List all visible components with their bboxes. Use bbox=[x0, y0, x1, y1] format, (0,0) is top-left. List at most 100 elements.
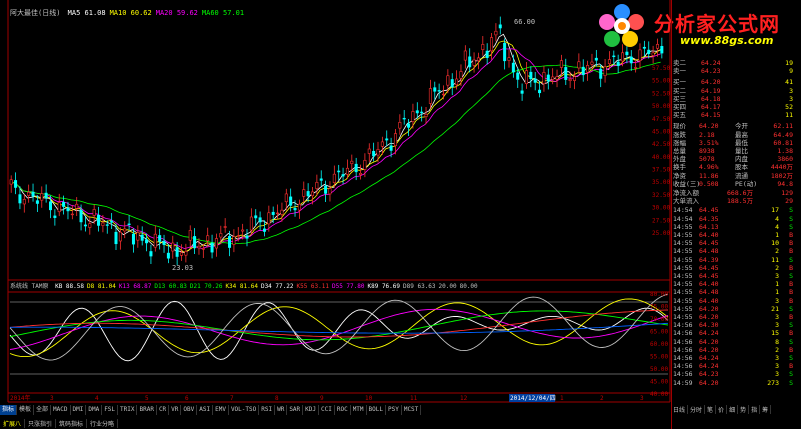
candle-body bbox=[572, 76, 576, 81]
tab-indicator[interactable]: BRAR bbox=[137, 405, 157, 415]
candle-body bbox=[70, 213, 74, 216]
candle-body bbox=[398, 122, 402, 129]
ask-price: 64.23 bbox=[701, 67, 721, 76]
candle-body bbox=[485, 50, 489, 58]
tab-indicator[interactable]: RSI bbox=[259, 405, 276, 415]
tick-price: 64.20 bbox=[699, 378, 719, 387]
tab-indicator[interactable]: SAR bbox=[287, 405, 304, 415]
price-tick-label: 55.00 bbox=[652, 78, 670, 85]
candle-body bbox=[123, 228, 127, 232]
panel-tab[interactable]: 分时 bbox=[688, 405, 706, 414]
tab-indicator[interactable]: MACD bbox=[51, 405, 71, 415]
candle-body bbox=[345, 167, 349, 175]
candle-body bbox=[393, 133, 397, 146]
tab-extension[interactable]: 行业分略 bbox=[87, 418, 119, 428]
panel-tab[interactable]: 笔 bbox=[705, 405, 717, 414]
candle-body bbox=[223, 226, 227, 228]
indicator-tabs: 指标 模板 全部 MACD DMI DMA FSL TRIX BRAR CR VR OBV ASI EMV… bbox=[0, 404, 670, 416]
tab-extension[interactable]: 只涨指引 bbox=[25, 418, 57, 428]
tab-indicator[interactable]: BOLL bbox=[367, 405, 386, 415]
tab-indicator[interactable]: 模板 bbox=[17, 405, 35, 415]
candle-body bbox=[319, 178, 323, 181]
indicator-value: D55 77.80 bbox=[331, 283, 365, 290]
candle-body bbox=[533, 78, 537, 83]
tab-indicator[interactable]: TRIX bbox=[118, 405, 138, 415]
tab-extension[interactable]: 扩展八 bbox=[0, 418, 26, 428]
tab-indicator[interactable]: DMA bbox=[86, 405, 103, 415]
tab-indicator[interactable]: PSY bbox=[386, 405, 402, 415]
tick-time: 14:59 bbox=[673, 378, 693, 387]
time-tick-label: 11 bbox=[410, 395, 418, 402]
tab-indicator[interactable]: 指标 bbox=[0, 405, 18, 415]
candle-body bbox=[463, 50, 467, 61]
candle-body bbox=[446, 75, 450, 86]
candle-body bbox=[188, 230, 192, 241]
candle-body bbox=[437, 90, 441, 92]
indicator-value: D34 77.22 bbox=[260, 283, 294, 290]
tab-indicator[interactable]: ASI bbox=[197, 405, 214, 415]
indicator-value: 80.00 bbox=[459, 283, 478, 290]
price-tick-label: 50.00 bbox=[652, 103, 670, 110]
tab-indicator[interactable]: KDJ bbox=[303, 405, 319, 415]
tab-indicator[interactable]: EMV bbox=[213, 405, 229, 415]
candle-body bbox=[651, 52, 655, 56]
indicator-tick-label: 45.00 bbox=[650, 379, 668, 386]
extension-tabs: 扩展八 只涨指引 筑码指标 行业分略 bbox=[0, 417, 670, 429]
candle-body bbox=[35, 200, 39, 204]
candle-body bbox=[127, 223, 131, 226]
price-tick-label: 45.00 bbox=[652, 128, 670, 135]
price-tick-label: 42.50 bbox=[652, 141, 670, 148]
candle-body bbox=[284, 193, 288, 203]
candle-body bbox=[424, 114, 428, 117]
panel-tab[interactable]: 筹 bbox=[760, 405, 772, 414]
candle-body bbox=[559, 60, 563, 68]
price-tick-label: 37.50 bbox=[652, 167, 670, 174]
candle-body bbox=[88, 223, 92, 228]
tab-indicator[interactable]: OBV bbox=[181, 405, 198, 415]
indicator-value: D13 60.83 bbox=[154, 283, 187, 290]
candle-body bbox=[385, 138, 389, 141]
price-tick-label: 25.00 bbox=[652, 230, 670, 237]
ma-value-ma60: MA60 57.01 bbox=[201, 9, 245, 17]
tab-indicator[interactable]: WR bbox=[275, 405, 288, 415]
tab-indicator[interactable]: CCI bbox=[319, 405, 335, 415]
candle-body bbox=[315, 182, 319, 189]
tab-indicator[interactable]: CR bbox=[157, 405, 170, 415]
candle-body bbox=[402, 117, 406, 120]
panel-tab[interactable]: 细 bbox=[727, 405, 739, 414]
tab-indicator[interactable]: 全部 bbox=[34, 405, 52, 415]
tab-indicator[interactable]: MCST bbox=[402, 405, 422, 415]
panel-tab[interactable]: 日线 bbox=[671, 405, 689, 414]
indicator-value: K89 76.69 bbox=[367, 283, 401, 290]
panel-tab[interactable]: 势 bbox=[738, 405, 750, 414]
candle-body bbox=[9, 179, 13, 185]
time-tick-label: 3 bbox=[640, 395, 644, 402]
tab-indicator[interactable]: DMI bbox=[71, 405, 87, 415]
candle-body bbox=[428, 88, 432, 104]
tab-indicator[interactable]: MTM bbox=[351, 405, 367, 415]
candle-body bbox=[516, 72, 520, 80]
tab-extension[interactable]: 筑码指标 bbox=[56, 418, 88, 428]
candle-body bbox=[577, 61, 581, 69]
candle-body bbox=[433, 87, 437, 92]
indicator-tick-label: 65.00 bbox=[650, 329, 668, 336]
candle-body bbox=[228, 236, 232, 248]
low-label: 23.03 bbox=[172, 264, 194, 272]
price-tick-label: 32.50 bbox=[652, 192, 670, 199]
tab-indicator[interactable]: ROC bbox=[335, 405, 351, 415]
candle-body bbox=[389, 145, 393, 151]
candle-body bbox=[511, 62, 515, 73]
tab-indicator[interactable]: FSL bbox=[102, 405, 119, 415]
panel-tab[interactable]: 价 bbox=[716, 405, 728, 414]
candle-body bbox=[22, 199, 26, 205]
candle-body bbox=[616, 61, 620, 66]
tab-indicator[interactable]: VOL-TSO bbox=[229, 405, 260, 415]
candle-body bbox=[354, 163, 358, 173]
candle-body bbox=[254, 215, 258, 219]
candle-body bbox=[494, 30, 498, 36]
tab-indicator[interactable]: VR bbox=[169, 405, 182, 415]
candle-body bbox=[66, 207, 70, 212]
panel-tab[interactable]: 指 bbox=[749, 405, 761, 414]
candle-body bbox=[568, 78, 572, 81]
indicator-tick-label: 75.00 bbox=[650, 304, 668, 311]
